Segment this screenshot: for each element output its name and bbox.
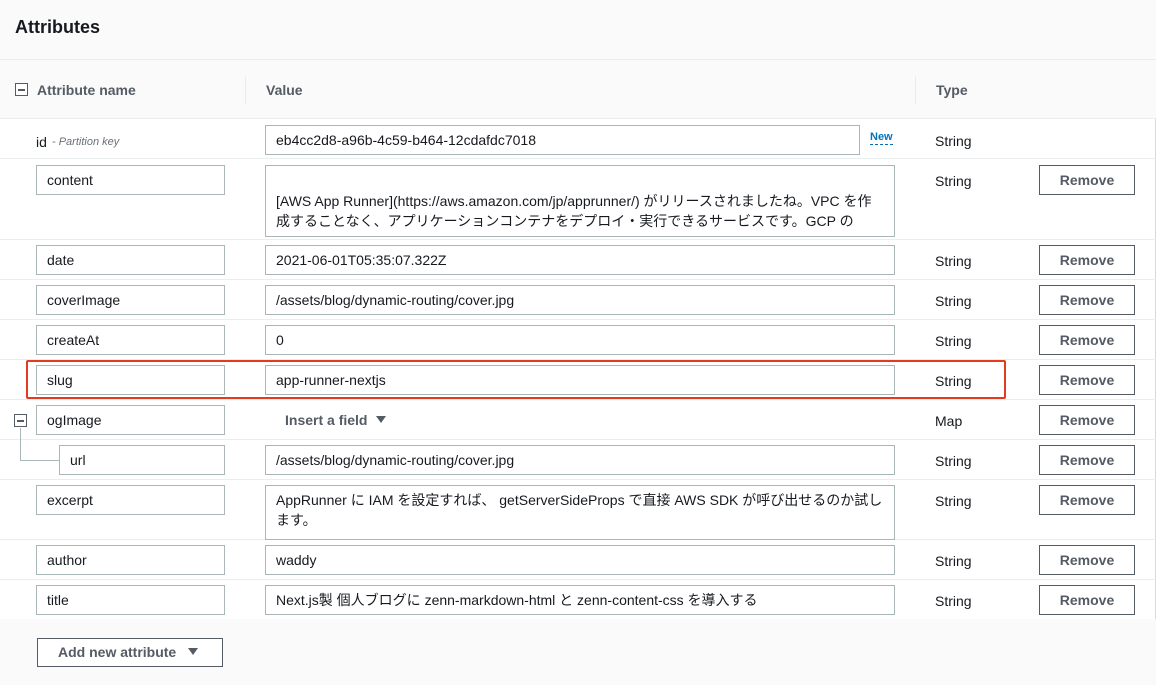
attribute-value-field[interactable]: 2021-06-01T05:35:07.322Z <box>265 245 895 275</box>
attribute-value-field[interactable]: /assets/blog/dynamic-routing/cover.jpg <box>265 285 895 315</box>
remove-button[interactable]: Remove <box>1039 165 1135 195</box>
type-label: Map <box>935 413 963 429</box>
new-id-link[interactable]: New <box>870 131 893 145</box>
attribute-name-field[interactable]: title <box>36 585 225 615</box>
highlight-box <box>26 360 1006 399</box>
type-label: String <box>935 253 972 269</box>
panel-title: Attributes <box>15 17 100 37</box>
attribute-name-field[interactable]: content <box>36 165 225 195</box>
column-divider <box>915 76 916 104</box>
attribute-name-field[interactable]: coverImage <box>36 285 225 315</box>
attribute-name-field[interactable]: excerpt <box>36 485 225 515</box>
remove-button[interactable]: Remove <box>1039 445 1135 475</box>
partition-key-label: - Partition key <box>52 136 120 148</box>
attribute-value-field[interactable]: /assets/blog/dynamic-routing/cover.jpg <box>265 445 895 475</box>
attribute-value-field[interactable]: AppRunner に IAM を設定すれば、 getServerSidePro… <box>265 485 895 540</box>
insert-field-dropdown[interactable]: Insert a field <box>285 411 387 429</box>
id-value-field[interactable]: eb4cc2d8-a96b-4c59-b464-12cdafdc7018 <box>265 125 860 155</box>
collapse-all-icon[interactable] <box>15 83 28 96</box>
caret-down-icon <box>376 416 387 423</box>
type-label: String <box>935 173 972 189</box>
remove-button[interactable]: Remove <box>1039 325 1135 355</box>
attribute-name-field[interactable]: createAt <box>36 325 225 355</box>
attribute-value-field[interactable]: Next.js製 個人ブログに zenn-markdown-html と zen… <box>265 585 895 615</box>
type-label: String <box>935 133 972 149</box>
column-header-type: Type <box>936 82 968 98</box>
remove-button[interactable]: Remove <box>1039 285 1135 315</box>
attribute-name-id: id <box>36 134 47 150</box>
attribute-value-field[interactable]: [AWS App Runner](https://aws.amazon.com/… <box>265 165 895 237</box>
type-label: String <box>935 293 972 309</box>
panel-header: Attributes <box>0 0 1156 60</box>
caret-down-icon <box>188 648 199 655</box>
collapse-map-icon[interactable] <box>14 414 27 427</box>
column-header-value: Value <box>266 82 303 98</box>
remove-button[interactable]: Remove <box>1039 365 1135 395</box>
attribute-value-field[interactable]: waddy <box>265 545 895 575</box>
attribute-name-field[interactable]: author <box>36 545 225 575</box>
attribute-name-field[interactable]: date <box>36 245 225 275</box>
attribute-name-field[interactable]: ogImage <box>36 405 225 435</box>
insert-field-label: Insert a field <box>285 412 368 428</box>
add-new-attribute-button[interactable]: Add new attribute <box>37 638 223 667</box>
type-label: String <box>935 453 972 469</box>
attribute-value-field[interactable]: 0 <box>265 325 895 355</box>
type-label: String <box>935 333 972 349</box>
add-new-attribute-label: Add new attribute <box>58 644 177 660</box>
remove-button[interactable]: Remove <box>1039 245 1135 275</box>
type-label: String <box>935 553 972 569</box>
attributes-panel: Attributes Attribute name Value Type id … <box>0 0 1156 685</box>
type-label: String <box>935 493 972 509</box>
type-label: String <box>935 593 972 609</box>
column-header-name: Attribute name <box>37 82 136 98</box>
remove-button[interactable]: Remove <box>1039 545 1135 575</box>
attribute-name-field[interactable]: url <box>59 445 225 475</box>
column-divider <box>245 76 246 104</box>
remove-button[interactable]: Remove <box>1039 485 1135 515</box>
table-header: Attribute name Value Type <box>0 60 1156 119</box>
remove-button[interactable]: Remove <box>1039 405 1135 435</box>
remove-button[interactable]: Remove <box>1039 585 1135 615</box>
